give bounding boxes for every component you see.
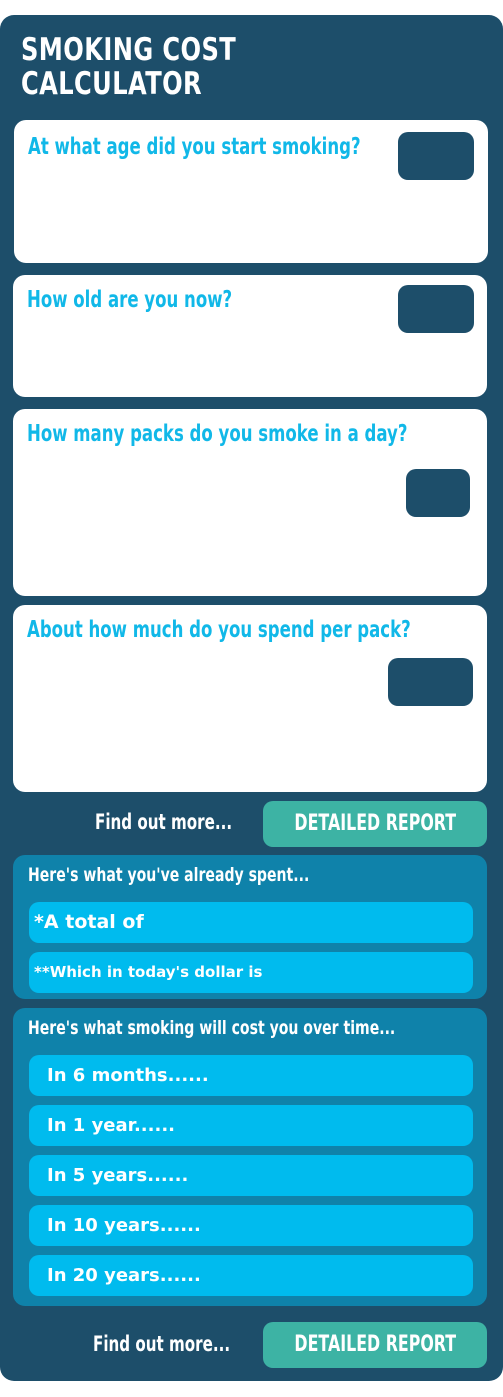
spent-today-dollar-label: **Which in today's dollar is xyxy=(34,963,263,981)
find-out-more-text: Find out more... xyxy=(95,810,233,834)
packs-per-day-input[interactable] xyxy=(406,469,470,517)
question-label-start-age: At what age did you start smoking? xyxy=(28,134,361,160)
question-card-packs-per-day: How many packs do you smoke in a day? xyxy=(13,409,487,596)
future-row-20-years: In 20 years...... xyxy=(29,1255,473,1296)
start-age-input[interactable] xyxy=(398,132,474,180)
question-card-current-age: How old are you now? xyxy=(13,275,487,397)
question-card-price-per-pack: About how much do you spend per pack? xyxy=(13,605,487,792)
spent-section: Here's what you've already spent... *A t… xyxy=(13,855,487,999)
future-cost-section-title: Here's what smoking will cost you over t… xyxy=(28,1017,396,1039)
future-row-6-months: In 6 months...... xyxy=(29,1055,473,1096)
detailed-report-label: DETAILED REPORT xyxy=(294,811,457,836)
future-row-5-years: In 5 years...... xyxy=(29,1155,473,1196)
question-card-start-age: At what age did you start smoking? xyxy=(14,120,488,263)
find-out-more-text-bottom: Find out more... xyxy=(93,1332,231,1356)
question-label-packs-per-day: How many packs do you smoke in a day? xyxy=(27,421,408,447)
current-age-input[interactable] xyxy=(398,285,474,333)
detailed-report-button-bottom[interactable]: DETAILED REPORT xyxy=(263,1322,487,1368)
future-row-label: In 5 years...... xyxy=(47,1165,189,1186)
question-label-current-age: How old are you now? xyxy=(27,287,233,313)
price-per-pack-input[interactable] xyxy=(388,658,473,706)
future-row-label: In 1 year...... xyxy=(47,1115,175,1136)
detailed-report-label-bottom: DETAILED REPORT xyxy=(294,1332,457,1357)
future-row-label: In 20 years...... xyxy=(47,1265,201,1286)
spent-total-row: *A total of xyxy=(29,902,473,943)
future-cost-section: Here's what smoking will cost you over t… xyxy=(13,1008,487,1306)
spent-total-label: *A total of xyxy=(34,911,144,933)
spent-section-title: Here's what you've already spent... xyxy=(28,864,310,886)
page-title: SMOKING COST CALCULATOR xyxy=(21,32,237,102)
future-row-label: In 10 years...... xyxy=(47,1215,201,1236)
question-label-price-per-pack: About how much do you spend per pack? xyxy=(27,617,411,643)
future-row-10-years: In 10 years...... xyxy=(29,1205,473,1246)
future-row-label: In 6 months...... xyxy=(47,1065,209,1086)
detailed-report-button[interactable]: DETAILED REPORT xyxy=(263,801,487,847)
future-row-1-year: In 1 year...... xyxy=(29,1105,473,1146)
spent-today-dollar-row: **Which in today's dollar is xyxy=(29,952,473,993)
